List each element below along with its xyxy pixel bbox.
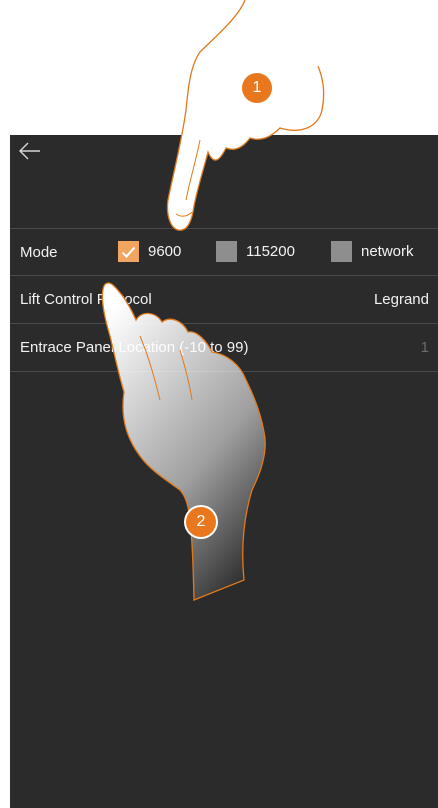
arrow-left-icon[interactable] xyxy=(18,141,42,161)
entrance-panel-row[interactable]: Entrace Panel Location (-10 to 99) 1 xyxy=(10,324,438,372)
mode-option-label: 115200 xyxy=(246,243,295,260)
lift-control-label: Lift Control Protocol xyxy=(20,291,152,308)
checkbox-unchecked-icon[interactable] xyxy=(331,241,352,262)
checkbox-checked-icon[interactable] xyxy=(118,241,139,262)
step-badge-2: 2 xyxy=(186,507,216,537)
checkbox-unchecked-icon[interactable] xyxy=(216,241,237,262)
mode-row: Mode 9600 115200 network xyxy=(10,228,438,276)
step-badge-1: 1 xyxy=(242,73,272,103)
mode-option-9600[interactable]: 9600 xyxy=(118,241,181,262)
lift-control-row[interactable]: Lift Control Protocol Legrand xyxy=(10,276,438,324)
entrance-panel-label: Entrace Panel Location (-10 to 99) xyxy=(20,339,249,356)
mode-option-115200[interactable]: 115200 xyxy=(216,241,295,262)
app-screen: Mode 9600 115200 network Lift Control Pr… xyxy=(10,135,438,808)
lift-control-value: Legrand xyxy=(373,291,429,308)
mode-option-label: network xyxy=(361,243,414,260)
mode-option-network[interactable]: network xyxy=(331,241,414,262)
mode-option-label: 9600 xyxy=(148,243,182,260)
mode-label: Mode xyxy=(20,243,58,261)
entrance-panel-value: 1 xyxy=(420,339,429,356)
